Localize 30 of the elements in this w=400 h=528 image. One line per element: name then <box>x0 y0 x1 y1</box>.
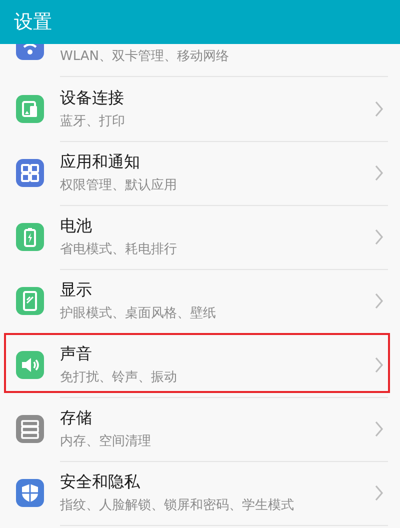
settings-item[interactable]: 设备连接 蓝牙、打印 <box>0 77 400 141</box>
settings-item[interactable]: 存储 内存、空间清理 <box>0 397 400 461</box>
settings-item[interactable]: 应用和通知 权限管理、默认应用 <box>0 141 400 205</box>
chevron-icon <box>374 164 384 180</box>
chevron-icon <box>374 228 384 244</box>
item-subtitle: 省电模式、耗电排行 <box>60 240 178 258</box>
item-title: 安全和隐私 <box>60 472 141 492</box>
chevron-icon <box>374 420 384 436</box>
item-subtitle: 内存、空间清理 <box>60 432 152 450</box>
chevron-icon <box>374 100 384 116</box>
item-subtitle: 指纹、人脸解锁、锁屏和密码、学生模式 <box>60 496 295 514</box>
item-title: 设备连接 <box>60 88 125 108</box>
chevron-icon <box>374 292 384 308</box>
item-subtitle: 权限管理、默认应用 <box>60 176 178 194</box>
item-title: 声音 <box>60 344 93 364</box>
chevron-icon <box>374 484 384 500</box>
settings-item[interactable]: 声音 免打扰、铃声、振动 <box>0 333 400 397</box>
item-subtitle: 蓝牙、打印 <box>60 112 126 130</box>
settings-item[interactable]: 电池 省电模式、耗电排行 <box>0 205 400 269</box>
item-subtitle: WLAN、双卡管理、移动网络 <box>60 48 230 65</box>
item-title: 电池 <box>60 216 93 236</box>
item-title: 显示 <box>60 280 93 300</box>
item-title: 存储 <box>60 408 93 428</box>
settings-item[interactable]: 安全和隐私 指纹、人脸解锁、锁屏和密码、学生模式 <box>0 461 400 525</box>
chevron-icon <box>374 356 384 372</box>
item-title: 应用和通知 <box>60 152 141 172</box>
item-subtitle: 免打扰、铃声、振动 <box>60 368 178 386</box>
screen-title: 设置 <box>14 10 52 35</box>
item-subtitle: 护眼模式、桌面风格、壁纸 <box>60 304 217 322</box>
settings-item[interactable]: 显示 护眼模式、桌面风格、壁纸 <box>0 269 400 333</box>
